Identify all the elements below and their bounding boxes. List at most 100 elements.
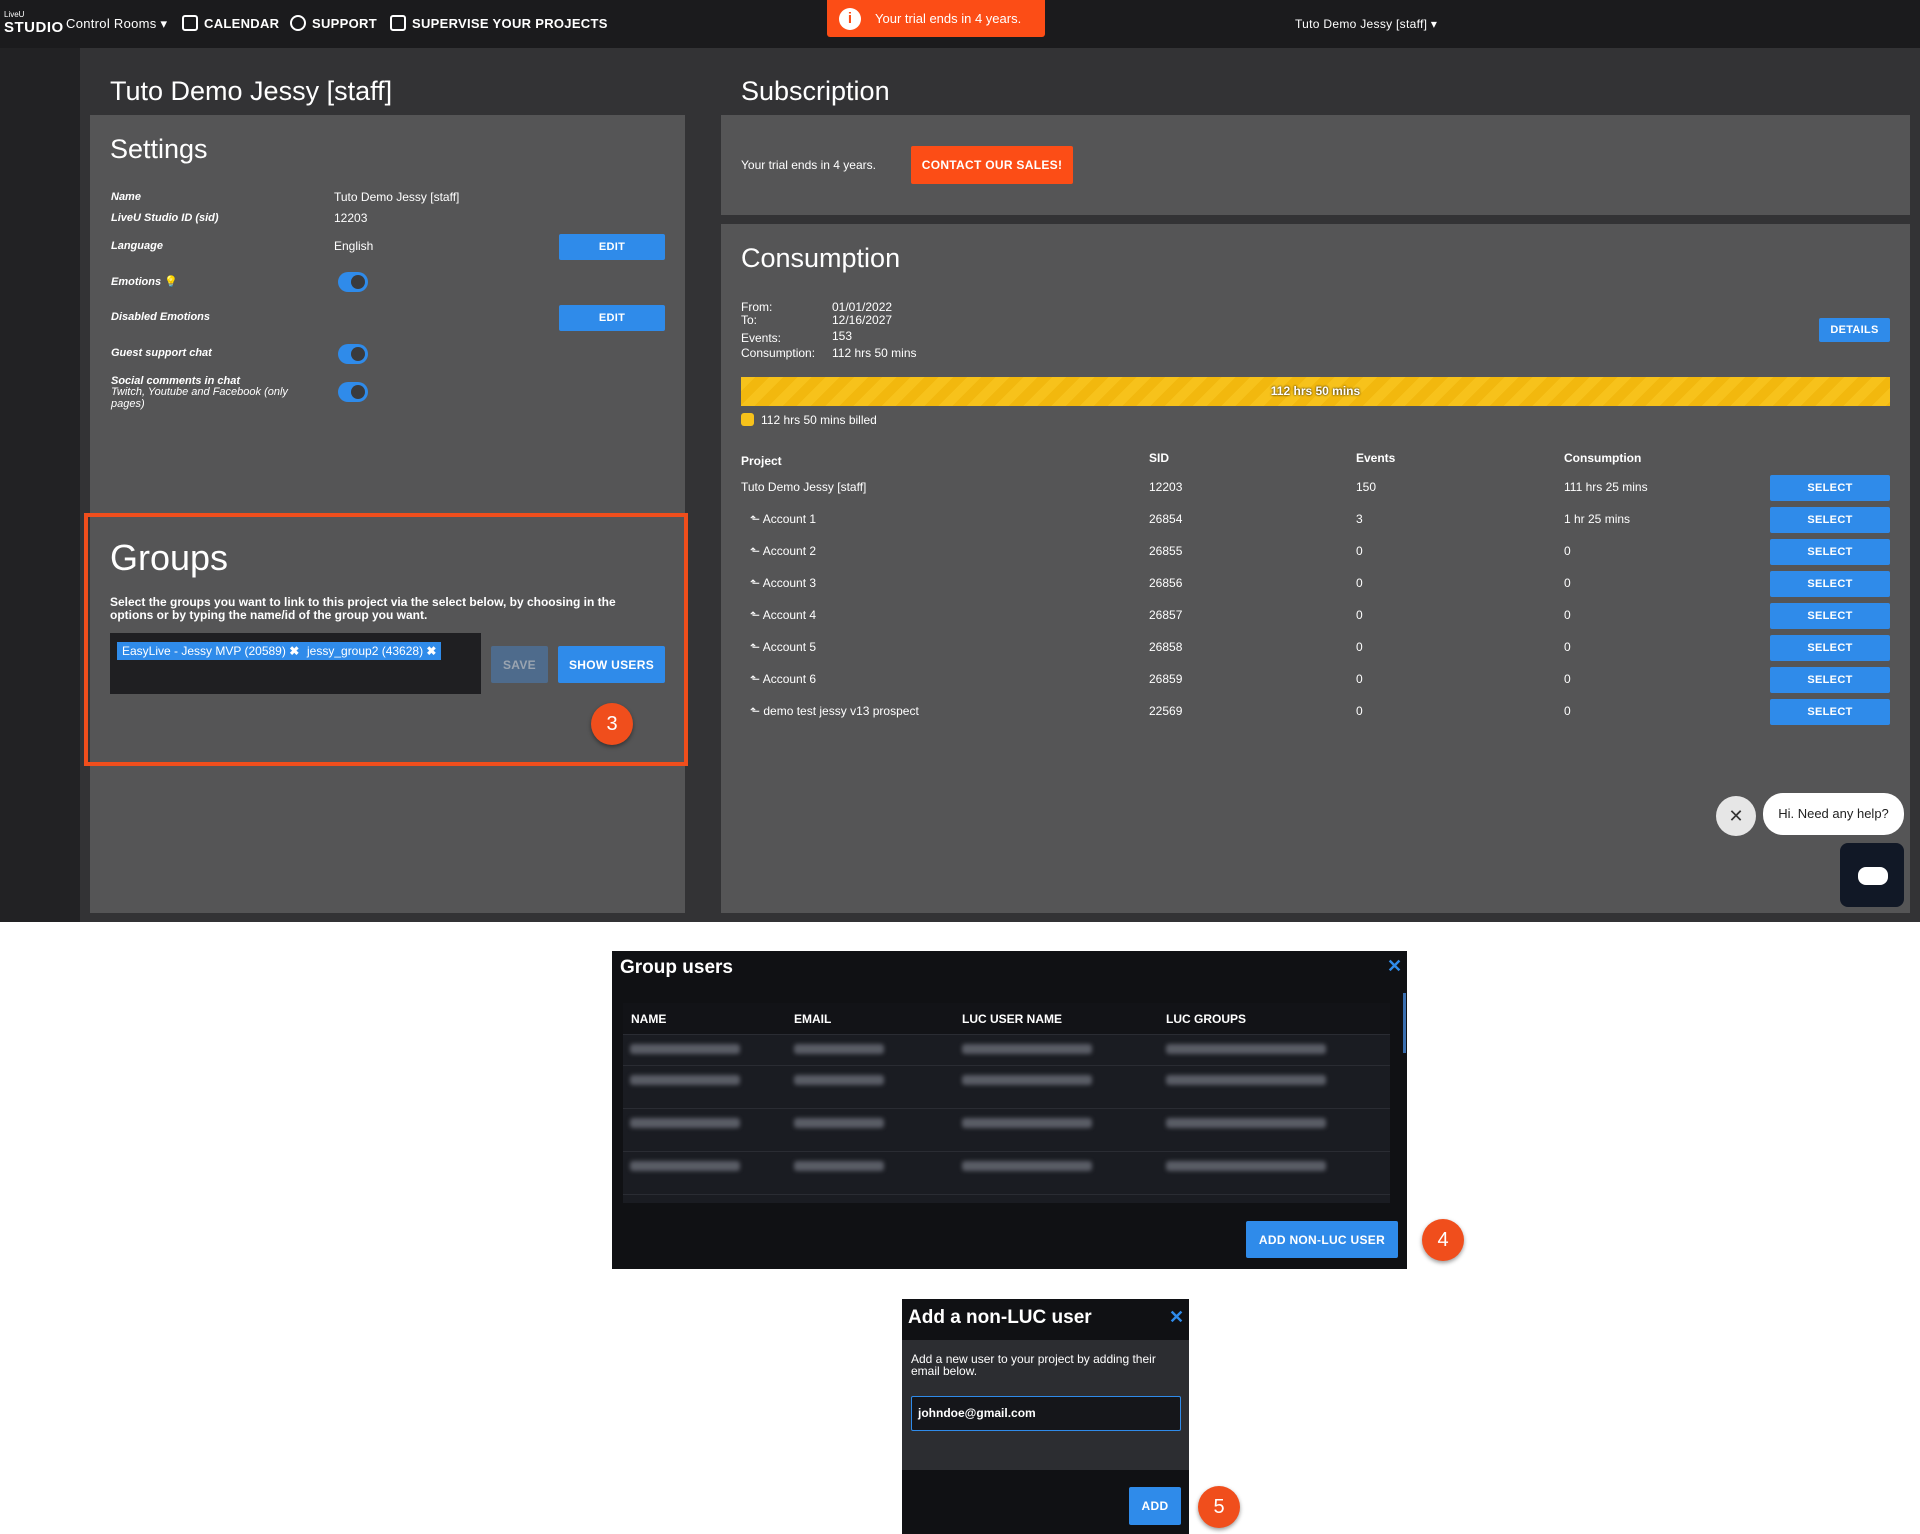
- subscription-panel: [721, 115, 1910, 215]
- contact-sales-button[interactable]: CONTACT OUR SALES!: [911, 146, 1073, 184]
- redacted-cell: [962, 1161, 1092, 1171]
- col-luc-user-name: LUC USER NAME: [962, 1012, 1063, 1026]
- chat-greeting[interactable]: Hi. Need any help?: [1763, 793, 1904, 835]
- row-sid: 26859: [1149, 672, 1183, 686]
- left-sidebar: [0, 48, 80, 922]
- row-select-button[interactable]: SELECT: [1770, 635, 1890, 661]
- name-value: Tuto Demo Jessy [staff]: [334, 190, 460, 204]
- row-events: 0: [1356, 576, 1363, 590]
- settings-title: Settings: [110, 134, 208, 164]
- redacted-cell: [962, 1075, 1092, 1085]
- billed-legend-swatch: [741, 413, 754, 426]
- nav-calendar[interactable]: CALENDAR: [182, 0, 279, 48]
- sid-label: LiveU Studio ID (sid): [111, 212, 219, 224]
- chat-close-button[interactable]: ✕: [1716, 796, 1756, 836]
- row-project: ⬑ Account 6: [750, 672, 817, 686]
- add-user-description: Add a new user to your project by adding…: [911, 1352, 1156, 1378]
- consumption-title: Consumption: [741, 243, 901, 273]
- to-value: 12/16/2027: [832, 313, 893, 327]
- emotions-label: Emotions 💡: [111, 276, 178, 288]
- row-select-button[interactable]: SELECT: [1770, 667, 1890, 693]
- lightbulb-icon: 💡: [164, 276, 178, 288]
- row-select-button[interactable]: SELECT: [1770, 699, 1890, 725]
- redacted-cell: [794, 1075, 884, 1085]
- step-badge-3: 3: [591, 703, 633, 745]
- row-select-button[interactable]: SELECT: [1770, 571, 1890, 597]
- row-select-button[interactable]: SELECT: [1770, 539, 1890, 565]
- scrollbar[interactable]: [1403, 993, 1406, 1053]
- billed-legend-label: 112 hrs 50 mins billed: [761, 413, 877, 427]
- save-button[interactable]: SAVE: [491, 646, 548, 683]
- remove-tag-icon[interactable]: ✖: [289, 644, 299, 658]
- col-name: NAME: [631, 1012, 667, 1026]
- redacted-cell: [630, 1075, 740, 1085]
- details-button[interactable]: DETAILS: [1819, 318, 1890, 342]
- col-consumption: Consumption: [1564, 451, 1642, 465]
- redacted-cell: [630, 1118, 740, 1128]
- calendar-icon: [182, 15, 198, 31]
- row-events: 0: [1356, 608, 1363, 622]
- email-field[interactable]: johndoe@gmail.com: [911, 1396, 1181, 1431]
- group-tag[interactable]: jessy_group2 (43628) ✖: [302, 642, 442, 660]
- col-email: EMAIL: [794, 1012, 832, 1026]
- row-project: ⬑ Account 2: [750, 544, 817, 558]
- close-icon[interactable]: ✕: [1387, 956, 1402, 977]
- consumption-label: Consumption:: [741, 346, 816, 360]
- from-label: From:: [741, 300, 773, 314]
- events-label: Events:: [741, 331, 782, 345]
- from-value: 01/01/2022: [832, 300, 893, 314]
- row-events: 3: [1356, 512, 1363, 526]
- nav-control-rooms[interactable]: Control Rooms ▾: [66, 0, 167, 48]
- group-users-title: Group users: [620, 957, 733, 978]
- info-icon: i: [839, 8, 861, 30]
- row-project: ⬑ Account 1: [750, 512, 817, 526]
- nav-supervise[interactable]: SUPERVISE YOUR PROJECTS: [390, 0, 608, 48]
- remove-tag-icon[interactable]: ✖: [426, 644, 436, 658]
- logo[interactable]: LiveU STUDIO: [4, 10, 63, 40]
- redacted-cell: [962, 1044, 1092, 1054]
- row-consumption: 1 hr 25 mins: [1564, 512, 1631, 526]
- close-icon[interactable]: ✕: [1169, 1307, 1184, 1328]
- disabled-emotions-label: Disabled Emotions: [111, 311, 211, 323]
- row-events: 0: [1356, 672, 1363, 686]
- row-consumption: 0: [1564, 704, 1571, 718]
- chat-bubble-icon: [1858, 867, 1888, 885]
- user-menu[interactable]: Tuto Demo Jessy [staff] ▾: [1295, 0, 1437, 48]
- row-select-button[interactable]: SELECT: [1770, 507, 1890, 533]
- add-button[interactable]: ADD: [1129, 1487, 1181, 1525]
- show-users-button[interactable]: SHOW USERS: [558, 646, 665, 683]
- groups-description: Select the groups you want to link to th…: [110, 595, 616, 622]
- subscription-title: Subscription: [741, 76, 890, 106]
- social-comments-toggle[interactable]: [338, 382, 368, 402]
- col-sid: SID: [1149, 451, 1170, 465]
- row-sid: 22569: [1149, 704, 1183, 718]
- row-consumption: 0: [1564, 640, 1571, 654]
- guest-chat-label: Guest support chat: [111, 347, 212, 359]
- nav-support[interactable]: SUPPORT: [290, 0, 377, 48]
- consumption-value: 112 hrs 50 mins: [832, 346, 917, 360]
- add-non-luc-user-button[interactable]: ADD NON-LUC USER: [1246, 1221, 1398, 1258]
- guest-chat-toggle[interactable]: [338, 344, 368, 364]
- grid-icon: [390, 15, 406, 31]
- table-row: [623, 1110, 1390, 1152]
- language-edit-button[interactable]: EDIT: [559, 234, 665, 260]
- table-row: [623, 1153, 1390, 1195]
- row-select-button[interactable]: SELECT: [1770, 603, 1890, 629]
- group-tag[interactable]: EasyLive - Jessy MVP (20589) ✖: [117, 642, 305, 660]
- chat-launcher-button[interactable]: [1840, 843, 1904, 907]
- row-consumption: 0: [1564, 672, 1571, 686]
- disabled-emotions-edit-button[interactable]: EDIT: [559, 305, 665, 331]
- redacted-cell: [1166, 1118, 1326, 1128]
- page-title: Tuto Demo Jessy [staff]: [110, 76, 393, 106]
- redacted-cell: [630, 1044, 740, 1054]
- emotions-toggle[interactable]: [338, 272, 368, 292]
- redacted-cell: [1166, 1161, 1326, 1171]
- redacted-cell: [1166, 1075, 1326, 1085]
- row-events: 150: [1356, 480, 1377, 494]
- top-nav: LiveU STUDIO Control Rooms ▾ CALENDAR SU…: [0, 0, 1920, 48]
- row-select-button[interactable]: SELECT: [1770, 475, 1890, 501]
- redacted-cell: [794, 1044, 884, 1054]
- language-label: Language: [111, 240, 163, 252]
- add-user-title: Add a non-LUC user: [908, 1307, 1092, 1328]
- events-value: 153: [832, 329, 853, 343]
